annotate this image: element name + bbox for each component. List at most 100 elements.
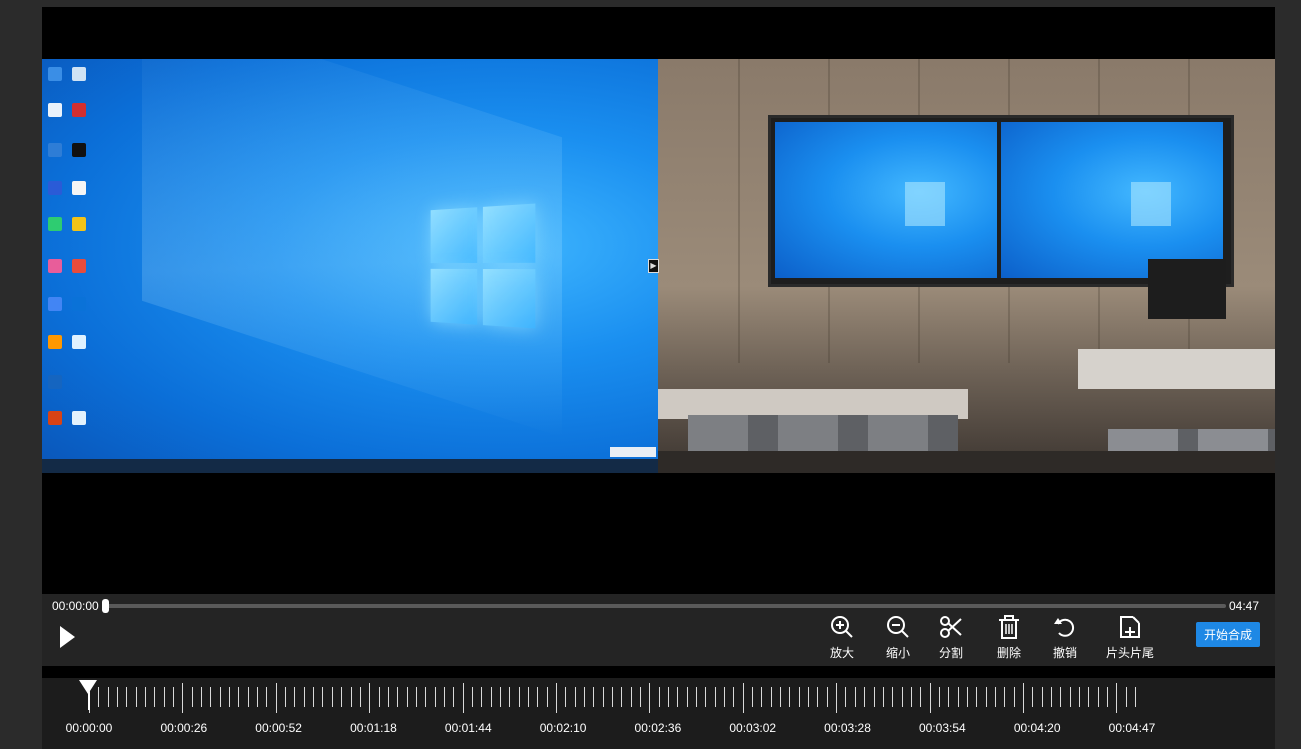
timeline-tick xyxy=(770,687,772,707)
intro-outro-button[interactable]: 片头片尾 xyxy=(1103,614,1157,661)
timeline-tick xyxy=(836,683,838,713)
timeline-tick xyxy=(565,687,567,707)
timeline-label: 00:02:10 xyxy=(539,721,587,735)
split-button[interactable]: 分割 xyxy=(929,614,973,661)
timeline-label: 00:04:47 xyxy=(1108,721,1156,735)
intro-outro-label: 片头片尾 xyxy=(1105,646,1154,660)
timeline-tick xyxy=(173,687,175,707)
camera-pane xyxy=(658,59,1275,473)
undo-button[interactable]: 撤销 xyxy=(1043,614,1087,661)
timeline-tick xyxy=(397,687,399,707)
timeline-tick xyxy=(1135,687,1136,707)
scissors-icon xyxy=(929,614,973,642)
timeline-tick xyxy=(817,687,819,707)
timeline-tick xyxy=(107,687,109,707)
timeline-tick xyxy=(1041,687,1043,707)
timeline-tick xyxy=(882,687,884,707)
timeline-tick xyxy=(724,687,726,707)
timeline-tick xyxy=(714,687,716,707)
delete-label: 删除 xyxy=(996,646,1021,660)
zoom-out-button[interactable]: 缩小 xyxy=(876,614,920,661)
timeline-tick xyxy=(1078,687,1080,707)
timeline-tick xyxy=(443,687,445,707)
timeline-tick xyxy=(649,683,651,713)
timeline-tick xyxy=(378,687,380,707)
timeline-tick xyxy=(742,683,744,713)
timeline-tick xyxy=(266,687,268,707)
timeline-tick xyxy=(490,687,492,707)
start-merge-button[interactable]: 开始合成 xyxy=(1196,622,1260,647)
podium-monitor xyxy=(1148,259,1226,319)
timeline-tick xyxy=(126,687,128,707)
timeline-tick xyxy=(537,687,539,707)
timeline-tick xyxy=(920,687,922,707)
timeline-tick xyxy=(602,687,604,707)
timeline-tick xyxy=(1088,687,1090,707)
timeline-label: 00:03:28 xyxy=(824,721,871,735)
timeline-tick xyxy=(733,687,735,707)
timeline-tick xyxy=(668,687,670,707)
timeline-label: 00:02:36 xyxy=(634,721,682,735)
timeline-tick xyxy=(938,687,940,707)
timeline-tick xyxy=(612,687,613,707)
zoom-out-label: 缩小 xyxy=(885,646,910,660)
timeline-tick xyxy=(98,687,100,707)
timeline-tick xyxy=(696,687,698,707)
timeline-tick xyxy=(238,687,240,707)
timeline-tick xyxy=(574,687,576,707)
timeline-tick xyxy=(117,687,119,707)
timeline-label: 00:01:44 xyxy=(444,721,492,735)
timeline-tick xyxy=(957,687,959,707)
timeline-tick xyxy=(219,687,221,707)
timeline-tick xyxy=(313,687,315,707)
timeline-tick xyxy=(752,687,754,707)
timeline-tick xyxy=(481,687,483,707)
timeline-tick xyxy=(527,687,529,707)
timeline-tick xyxy=(1060,687,1062,707)
editor-frame: ▶ 00:00:00 04:47 放大 缩小 分割 删除 撤销 片头片尾 开始合… xyxy=(42,7,1275,749)
timeline-tick xyxy=(901,687,903,707)
zoom-in-label: 放大 xyxy=(829,646,854,660)
play-button[interactable] xyxy=(60,626,75,648)
timeline-label: 00:00:26 xyxy=(160,721,208,735)
timeline-label: 00:04:20 xyxy=(1013,721,1061,735)
undo-icon xyxy=(1043,614,1087,642)
timeline-tick xyxy=(1097,687,1099,707)
progress-bar[interactable] xyxy=(104,604,1226,608)
timeline-tick xyxy=(985,687,987,707)
zoom-in-button[interactable]: 放大 xyxy=(820,614,864,661)
timeline-tick xyxy=(434,687,436,707)
zoom-in-icon xyxy=(820,614,864,642)
timeline-tick xyxy=(462,683,464,713)
split-label: 分割 xyxy=(938,646,963,660)
timeline-tick xyxy=(163,687,165,707)
timeline-tick xyxy=(294,687,296,707)
add-clip-icon xyxy=(1103,614,1157,642)
timeline-tick xyxy=(808,687,810,707)
timeline-tick xyxy=(154,687,156,707)
current-time: 00:00:00 xyxy=(52,599,99,613)
pane-toggle-icon[interactable]: ▶ xyxy=(648,259,659,273)
timeline-tick xyxy=(864,687,866,707)
timeline-tick xyxy=(1106,687,1108,707)
timeline-tick xyxy=(929,683,931,713)
progress-handle[interactable] xyxy=(102,599,109,613)
timeline-tick xyxy=(453,687,455,707)
timeline-label: 00:00:52 xyxy=(255,721,302,735)
timeline[interactable]: 00:00:00 00:00:26 00:00:52 00:01:18 00:01:44… xyxy=(42,678,1275,749)
timeline-tick xyxy=(789,687,791,707)
timeline-tick xyxy=(135,687,137,707)
timeline-tick xyxy=(257,687,259,707)
timeline-tick xyxy=(873,687,875,707)
undo-label: 撤销 xyxy=(1052,646,1077,660)
timeline-tick xyxy=(499,687,501,707)
timeline-label: 00:00:00 xyxy=(65,721,113,735)
timeline-tick xyxy=(892,687,894,707)
timeline-tick xyxy=(798,687,800,707)
timeline-tick xyxy=(994,687,996,707)
delete-button[interactable]: 删除 xyxy=(987,614,1031,661)
timeline-tick xyxy=(1069,687,1071,707)
timeline-tick xyxy=(948,687,950,707)
video-preview: ▶ xyxy=(42,7,1275,594)
timeline-label: 00:03:54 xyxy=(919,721,966,735)
